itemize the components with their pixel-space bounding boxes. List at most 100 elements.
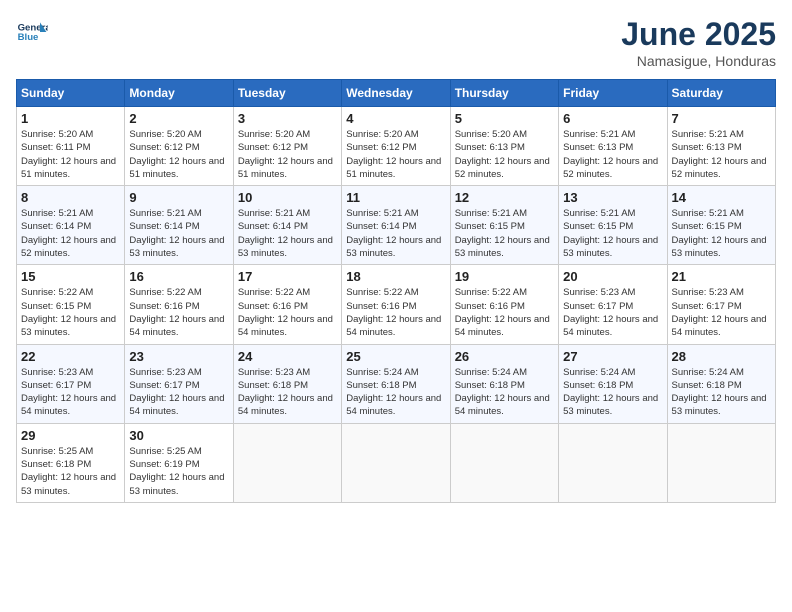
day-number: 5 — [455, 111, 554, 126]
day-info: Sunrise: 5:24 AM Sunset: 6:18 PM Dayligh… — [672, 366, 771, 419]
day-number: 18 — [346, 269, 445, 284]
table-row: 11 Sunrise: 5:21 AM Sunset: 6:14 PM Dayl… — [342, 186, 450, 265]
day-info: Sunrise: 5:21 AM Sunset: 6:15 PM Dayligh… — [563, 207, 662, 260]
day-number: 23 — [129, 349, 228, 364]
table-row: 29 Sunrise: 5:25 AM Sunset: 6:18 PM Dayl… — [17, 423, 125, 502]
table-row: 3 Sunrise: 5:20 AM Sunset: 6:12 PM Dayli… — [233, 107, 341, 186]
day-number: 8 — [21, 190, 120, 205]
day-info: Sunrise: 5:23 AM Sunset: 6:18 PM Dayligh… — [238, 366, 337, 419]
day-info: Sunrise: 5:23 AM Sunset: 6:17 PM Dayligh… — [129, 366, 228, 419]
day-info: Sunrise: 5:21 AM Sunset: 6:14 PM Dayligh… — [238, 207, 337, 260]
day-number: 4 — [346, 111, 445, 126]
day-number: 7 — [672, 111, 771, 126]
day-number: 16 — [129, 269, 228, 284]
day-info: Sunrise: 5:24 AM Sunset: 6:18 PM Dayligh… — [455, 366, 554, 419]
day-number: 29 — [21, 428, 120, 443]
table-row: 17 Sunrise: 5:22 AM Sunset: 6:16 PM Dayl… — [233, 265, 341, 344]
day-number: 3 — [238, 111, 337, 126]
day-number: 6 — [563, 111, 662, 126]
col-tuesday: Tuesday — [233, 80, 341, 107]
day-info: Sunrise: 5:20 AM Sunset: 6:12 PM Dayligh… — [238, 128, 337, 181]
table-row: 12 Sunrise: 5:21 AM Sunset: 6:15 PM Dayl… — [450, 186, 558, 265]
day-info: Sunrise: 5:22 AM Sunset: 6:16 PM Dayligh… — [346, 286, 445, 339]
day-info: Sunrise: 5:25 AM Sunset: 6:19 PM Dayligh… — [129, 445, 228, 498]
day-info: Sunrise: 5:20 AM Sunset: 6:11 PM Dayligh… — [21, 128, 120, 181]
day-info: Sunrise: 5:22 AM Sunset: 6:15 PM Dayligh… — [21, 286, 120, 339]
day-info: Sunrise: 5:24 AM Sunset: 6:18 PM Dayligh… — [563, 366, 662, 419]
table-row: 10 Sunrise: 5:21 AM Sunset: 6:14 PM Dayl… — [233, 186, 341, 265]
day-number: 22 — [21, 349, 120, 364]
calendar-table: Sunday Monday Tuesday Wednesday Thursday… — [16, 79, 776, 503]
table-row — [342, 423, 450, 502]
day-info: Sunrise: 5:22 AM Sunset: 6:16 PM Dayligh… — [455, 286, 554, 339]
calendar-body: 1 Sunrise: 5:20 AM Sunset: 6:11 PM Dayli… — [17, 107, 776, 503]
table-row: 24 Sunrise: 5:23 AM Sunset: 6:18 PM Dayl… — [233, 344, 341, 423]
col-thursday: Thursday — [450, 80, 558, 107]
col-monday: Monday — [125, 80, 233, 107]
day-number: 15 — [21, 269, 120, 284]
logo-icon: General Blue — [16, 16, 48, 48]
table-row — [450, 423, 558, 502]
table-row: 14 Sunrise: 5:21 AM Sunset: 6:15 PM Dayl… — [667, 186, 775, 265]
col-saturday: Saturday — [667, 80, 775, 107]
logo: General Blue — [16, 16, 48, 48]
table-row: 25 Sunrise: 5:24 AM Sunset: 6:18 PM Dayl… — [342, 344, 450, 423]
month-title: June 2025 — [621, 16, 776, 53]
day-number: 14 — [672, 190, 771, 205]
day-number: 1 — [21, 111, 120, 126]
table-row: 9 Sunrise: 5:21 AM Sunset: 6:14 PM Dayli… — [125, 186, 233, 265]
location-subtitle: Namasigue, Honduras — [621, 53, 776, 69]
day-number: 25 — [346, 349, 445, 364]
day-number: 30 — [129, 428, 228, 443]
day-number: 21 — [672, 269, 771, 284]
day-number: 2 — [129, 111, 228, 126]
day-info: Sunrise: 5:22 AM Sunset: 6:16 PM Dayligh… — [238, 286, 337, 339]
table-row: 16 Sunrise: 5:22 AM Sunset: 6:16 PM Dayl… — [125, 265, 233, 344]
day-info: Sunrise: 5:21 AM Sunset: 6:14 PM Dayligh… — [21, 207, 120, 260]
table-row: 5 Sunrise: 5:20 AM Sunset: 6:13 PM Dayli… — [450, 107, 558, 186]
day-number: 28 — [672, 349, 771, 364]
table-row: 23 Sunrise: 5:23 AM Sunset: 6:17 PM Dayl… — [125, 344, 233, 423]
table-row: 19 Sunrise: 5:22 AM Sunset: 6:16 PM Dayl… — [450, 265, 558, 344]
day-number: 12 — [455, 190, 554, 205]
col-wednesday: Wednesday — [342, 80, 450, 107]
day-info: Sunrise: 5:23 AM Sunset: 6:17 PM Dayligh… — [21, 366, 120, 419]
table-row: 18 Sunrise: 5:22 AM Sunset: 6:16 PM Dayl… — [342, 265, 450, 344]
table-row: 6 Sunrise: 5:21 AM Sunset: 6:13 PM Dayli… — [559, 107, 667, 186]
table-row: 2 Sunrise: 5:20 AM Sunset: 6:12 PM Dayli… — [125, 107, 233, 186]
title-area: June 2025 Namasigue, Honduras — [621, 16, 776, 69]
calendar-header: Sunday Monday Tuesday Wednesday Thursday… — [17, 80, 776, 107]
day-number: 10 — [238, 190, 337, 205]
table-row: 13 Sunrise: 5:21 AM Sunset: 6:15 PM Dayl… — [559, 186, 667, 265]
table-row: 20 Sunrise: 5:23 AM Sunset: 6:17 PM Dayl… — [559, 265, 667, 344]
day-number: 11 — [346, 190, 445, 205]
day-number: 24 — [238, 349, 337, 364]
table-row: 21 Sunrise: 5:23 AM Sunset: 6:17 PM Dayl… — [667, 265, 775, 344]
col-friday: Friday — [559, 80, 667, 107]
table-row: 22 Sunrise: 5:23 AM Sunset: 6:17 PM Dayl… — [17, 344, 125, 423]
day-info: Sunrise: 5:21 AM Sunset: 6:15 PM Dayligh… — [672, 207, 771, 260]
day-number: 26 — [455, 349, 554, 364]
day-info: Sunrise: 5:20 AM Sunset: 6:12 PM Dayligh… — [346, 128, 445, 181]
svg-text:Blue: Blue — [18, 32, 39, 43]
day-number: 9 — [129, 190, 228, 205]
day-number: 17 — [238, 269, 337, 284]
col-sunday: Sunday — [17, 80, 125, 107]
header-row: Sunday Monday Tuesday Wednesday Thursday… — [17, 80, 776, 107]
table-row — [233, 423, 341, 502]
table-row: 1 Sunrise: 5:20 AM Sunset: 6:11 PM Dayli… — [17, 107, 125, 186]
table-row — [667, 423, 775, 502]
table-row: 27 Sunrise: 5:24 AM Sunset: 6:18 PM Dayl… — [559, 344, 667, 423]
day-info: Sunrise: 5:20 AM Sunset: 6:13 PM Dayligh… — [455, 128, 554, 181]
header: General Blue June 2025 Namasigue, Hondur… — [16, 16, 776, 69]
day-info: Sunrise: 5:21 AM Sunset: 6:13 PM Dayligh… — [672, 128, 771, 181]
day-number: 27 — [563, 349, 662, 364]
day-info: Sunrise: 5:23 AM Sunset: 6:17 PM Dayligh… — [563, 286, 662, 339]
day-number: 13 — [563, 190, 662, 205]
day-info: Sunrise: 5:21 AM Sunset: 6:14 PM Dayligh… — [346, 207, 445, 260]
table-row: 8 Sunrise: 5:21 AM Sunset: 6:14 PM Dayli… — [17, 186, 125, 265]
table-row: 30 Sunrise: 5:25 AM Sunset: 6:19 PM Dayl… — [125, 423, 233, 502]
day-info: Sunrise: 5:20 AM Sunset: 6:12 PM Dayligh… — [129, 128, 228, 181]
day-number: 19 — [455, 269, 554, 284]
day-info: Sunrise: 5:25 AM Sunset: 6:18 PM Dayligh… — [21, 445, 120, 498]
